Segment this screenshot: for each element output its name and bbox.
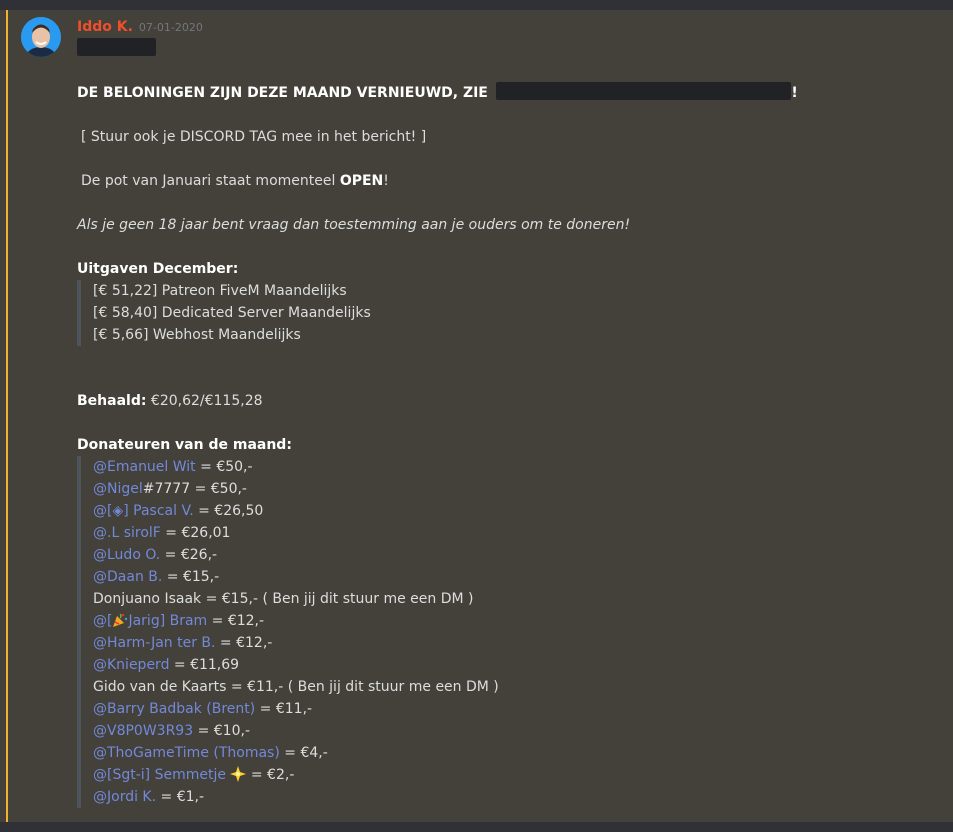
pot-suffix: !	[383, 173, 389, 189]
timestamp: 07-01-2020	[138, 21, 203, 34]
donor-row: @Emanuel Wit = €50,-	[93, 456, 937, 478]
donor-amount: = €11,-	[255, 701, 313, 717]
achieved-label: Behaald:	[77, 393, 147, 409]
username[interactable]: Iddo K.	[77, 19, 133, 35]
discord-tag-note: [ Stuur ook je DISCORD TAG mee in het be…	[81, 129, 427, 145]
avatar[interactable]	[21, 17, 61, 57]
user-mention[interactable]: @Emanuel Wit	[93, 459, 196, 475]
sparkle-star-icon	[230, 766, 247, 789]
user-mention[interactable]: @Barry Badbak (Brent)	[93, 701, 255, 717]
donor-amount: = €12,-	[215, 635, 273, 651]
message-header: Iddo K. 07-01-2020	[77, 16, 203, 36]
age-note-text: Als je geen 18 jaar bent vraag dan toest…	[77, 217, 631, 233]
donor-amount: = €4,-	[279, 745, 328, 761]
age-note: Als je geen 18 jaar bent vraag dan toest…	[77, 214, 937, 236]
donor-amount: = €2,-	[246, 767, 295, 783]
user-mention[interactable]: Jarig] Bram	[128, 613, 207, 629]
bottom-bar	[0, 822, 953, 832]
user-mention[interactable]: @V8P0W3R93	[93, 723, 193, 739]
donor-row: @Harm-Jan ter B. = €12,-	[93, 632, 937, 654]
donors-title: Donateuren van de maand:	[77, 434, 937, 456]
donors-title-text: Donateuren van de maand:	[77, 437, 292, 453]
donors-quote: @Emanuel Wit = €50,- @Nigel#7777 = €50,-…	[77, 456, 937, 808]
user-mention[interactable]: @ThoGameTime (Thomas)	[93, 745, 280, 761]
headline-text: DE BELONINGEN ZIJN DEZE MAAND VERNIEUWD,…	[77, 85, 488, 101]
message-content: DE BELONINGEN ZIJN DEZE MAAND VERNIEUWD,…	[77, 38, 937, 808]
user-mention[interactable]: @Ludo O.	[93, 547, 160, 563]
donor-amount: = €10,-	[193, 723, 250, 739]
donor-amount: = €26,50	[193, 503, 264, 519]
donor-row: @Jordi K. = €1,-	[93, 786, 937, 808]
user-mention[interactable]: @Daan B.	[93, 569, 162, 585]
user-mention[interactable]: @Jordi K.	[93, 789, 156, 805]
donor-amount: = €12,-	[207, 613, 265, 629]
donor-row: @V8P0W3R93 = €10,-	[93, 720, 937, 742]
user-mention[interactable]: @[Sgt-i] Semmetje	[93, 767, 226, 783]
expense-item: [€ 5,66] Webhost Maandelijks	[93, 327, 301, 343]
expenses-title-text: Uitgaven December:	[77, 261, 239, 277]
donor-row: @Knieperd = €11,69	[93, 654, 937, 676]
user-mention[interactable]: @.L sirolF	[93, 525, 161, 541]
expenses-title: Uitgaven December:	[77, 258, 937, 280]
achieved-value: €20,62/€115,28	[150, 393, 263, 409]
donor-row: Gido van de Kaarts = €11,- ( Ben jij dit…	[93, 676, 937, 698]
donor-amount: #7777 = €50,-	[142, 481, 247, 497]
top-bar	[0, 0, 953, 10]
donor-amount: = €11,69	[169, 657, 240, 673]
message-highlight-bar	[6, 10, 8, 822]
donor-row: Donjuano Isaak = €15,- ( Ben jij dit stu…	[93, 588, 937, 610]
donor-row: @[ Jarig] Bram = €12,-	[93, 610, 937, 632]
pot-status-line: De pot van Januari staat momenteel OPEN!	[77, 170, 937, 192]
donor-row: @[◈] Pascal V. = €26,50	[93, 500, 937, 522]
donor-row: @[Sgt-i] Semmetje = €2,-	[93, 764, 937, 786]
achieved-line: Behaald: €20,62/€115,28	[77, 390, 937, 412]
pot-status: OPEN	[339, 173, 384, 189]
expenses-quote: [€ 51,22] Patreon FiveM Maandelijks [€ 5…	[77, 280, 937, 346]
donor-text: Donjuano Isaak = €15,- ( Ben jij dit stu…	[93, 591, 474, 607]
donor-amount: = €15,-	[162, 569, 220, 585]
user-mention[interactable]: @Knieperd	[93, 657, 169, 673]
expense-item: [€ 58,40] Dedicated Server Maandelijks	[93, 305, 371, 321]
user-avatar-icon	[21, 17, 61, 57]
donor-row: @Nigel#7777 = €50,-	[93, 478, 937, 500]
donor-row: @Barry Badbak (Brent) = €11,-	[93, 698, 937, 720]
donor-amount: = €50,-	[195, 459, 253, 475]
donor-amount: = €26,01	[160, 525, 231, 541]
headline-suffix: !	[791, 85, 798, 101]
pot-prefix: De pot van Januari staat momenteel	[81, 173, 336, 189]
user-mention[interactable]: @Nigel	[93, 481, 143, 497]
donor-row: @.L sirolF = €26,01	[93, 522, 937, 544]
headline: DE BELONINGEN ZIJN DEZE MAAND VERNIEUWD,…	[77, 82, 937, 104]
donor-amount: = €1,-	[156, 789, 205, 805]
user-mention[interactable]: @[◈] Pascal V.	[93, 503, 194, 519]
donor-row: @ThoGameTime (Thomas) = €4,-	[93, 742, 937, 764]
donor-row: @Ludo O. = €26,-	[93, 544, 937, 566]
expense-item: [€ 51,22] Patreon FiveM Maandelijks	[93, 283, 347, 299]
donor-amount: = €26,-	[160, 547, 218, 563]
redacted-link	[496, 82, 792, 100]
user-mention[interactable]: @Harm-Jan ter B.	[93, 635, 215, 651]
donor-text: Gido van de Kaarts = €11,- ( Ben jij dit…	[93, 679, 499, 695]
user-mention-prefix[interactable]: @[	[93, 613, 112, 629]
donor-row: @Daan B. = €15,-	[93, 566, 937, 588]
chat-message: Iddo K. 07-01-2020 DE BELONINGEN ZIJN DEZ…	[0, 10, 953, 822]
